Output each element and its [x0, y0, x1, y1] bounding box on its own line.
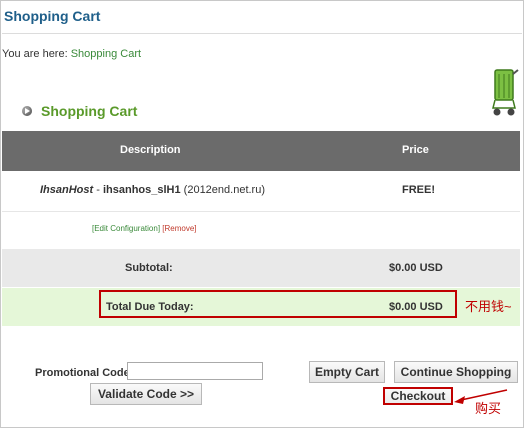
section-title: Shopping Cart [41, 103, 138, 119]
item-actions-row: [Edit Configuration] [Remove] [2, 212, 520, 248]
checkout-annotation-text: 购买 [475, 401, 502, 416]
item-host: IhsanHost [40, 184, 94, 196]
item-separator: - [93, 184, 103, 196]
checkout-button[interactable]: Checkout [383, 387, 453, 405]
remove-link[interactable]: [Remove] [162, 224, 196, 233]
item-actions: [Edit Configuration] [Remove] [92, 224, 197, 233]
validate-code-button[interactable]: Validate Code >> [90, 383, 202, 405]
promo-code-label: Promotional Code [35, 367, 130, 379]
breadcrumb: You are here: Shopping Cart [2, 48, 141, 60]
section-header: Shopping Cart [22, 103, 137, 119]
play-bullet-icon [22, 106, 32, 116]
empty-cart-button[interactable]: Empty Cart [309, 361, 385, 383]
continue-shopping-button[interactable]: Continue Shopping [394, 361, 518, 383]
title-divider [2, 33, 522, 34]
item-price: FREE! [402, 184, 435, 196]
table-row: IhsanHost - ihsanhos_slH1 (2012end.net.r… [2, 171, 520, 212]
item-domain: (2012end.net.ru) [180, 184, 265, 196]
edit-configuration-link[interactable]: [Edit Configuration] [92, 224, 160, 233]
column-header-description: Description [120, 144, 181, 156]
shopping-cart-icon [492, 69, 519, 116]
table-header: Description Price [2, 131, 520, 171]
breadcrumb-link-shopping-cart[interactable]: Shopping Cart [71, 48, 141, 60]
promo-code-input[interactable] [127, 362, 263, 380]
item-description: IhsanHost - ihsanhos_slH1 (2012end.net.r… [40, 184, 265, 196]
subtotal-label: Subtotal: [125, 262, 173, 274]
item-plan: ihsanhos_slH1 [102, 184, 181, 196]
breadcrumb-prefix: You are here: [2, 48, 68, 60]
total-annotation-text: 不用钱~ [465, 299, 512, 314]
total-highlight-box [99, 290, 457, 318]
subtotal-value: $0.00 USD [389, 262, 443, 274]
page-title: Shopping Cart [4, 8, 101, 24]
subtotal-row: Subtotal: $0.00 USD [2, 249, 520, 287]
column-header-price: Price [402, 144, 429, 156]
